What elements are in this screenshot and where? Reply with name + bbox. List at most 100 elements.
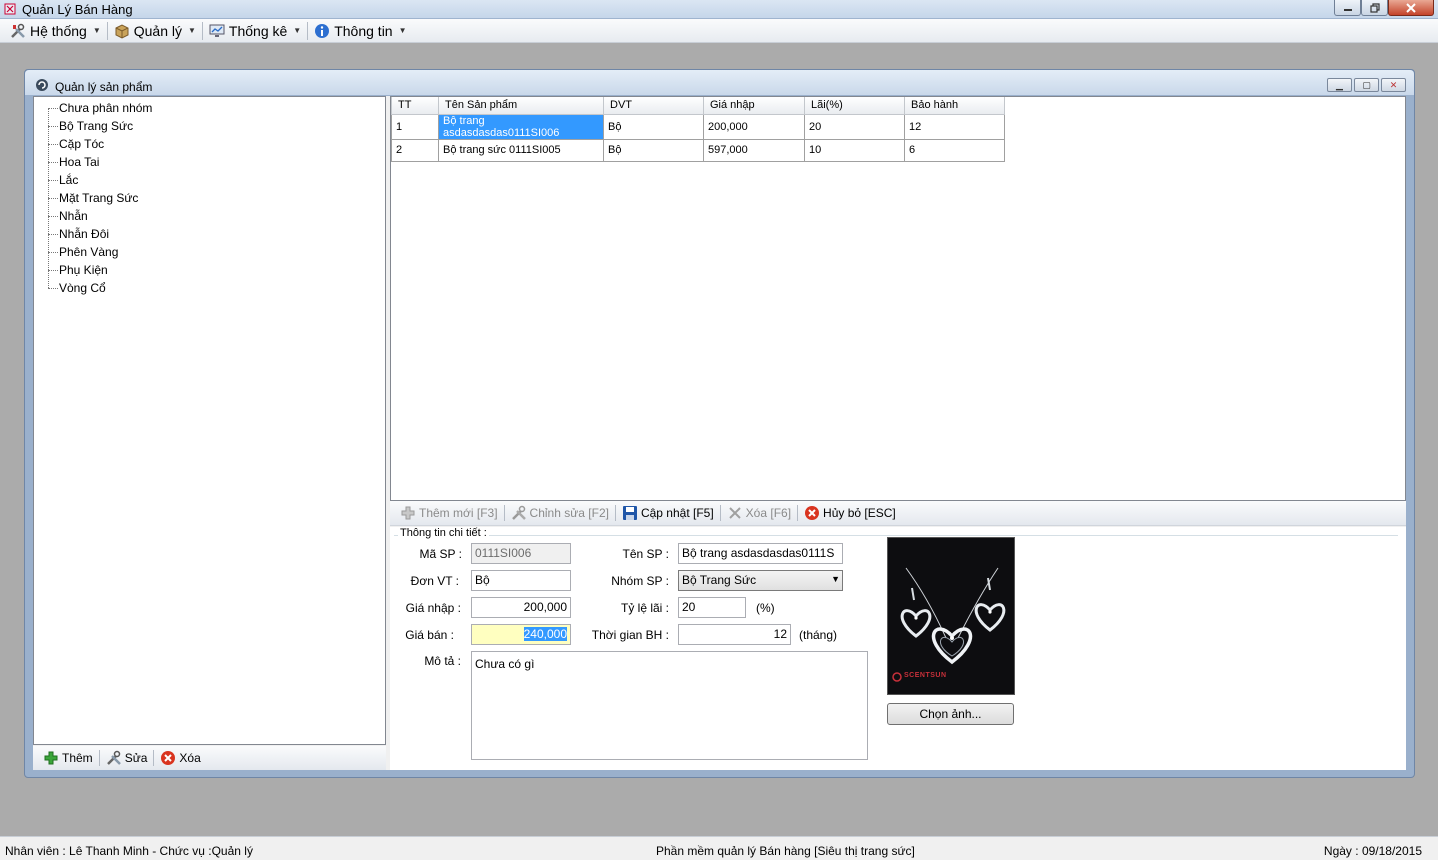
ty-le-lai-field[interactable]: 20: [678, 597, 746, 618]
status-date: Ngày : 09/18/2015: [1323, 844, 1422, 858]
close-button[interactable]: [1388, 0, 1434, 16]
table-cell-selected[interactable]: Bộ trang asdasdasdas0111SI006: [438, 113, 604, 140]
table-cell[interactable]: 10: [804, 138, 905, 162]
toolbar-separator: [153, 750, 155, 766]
tree-item[interactable]: Bộ Trang Sức: [48, 117, 133, 135]
tree-item[interactable]: Lắc: [48, 171, 78, 189]
table-cell[interactable]: Bộ: [603, 138, 704, 162]
photo-brand-text: SCENTSUN: [904, 672, 947, 679]
minimize-icon: [1343, 8, 1352, 11]
menu-quan-ly[interactable]: Quản lý ▼: [110, 20, 200, 42]
delete-button[interactable]: Xóa [F6]: [723, 503, 795, 523]
product-management-window: Quản lý sản phẩm ▁ ▢ ✕ Chưa phân nhóm Bộ…: [24, 69, 1415, 778]
status-app-name: Phần mềm quản lý Bán hàng [Siêu thị tran…: [656, 844, 915, 858]
table-cell[interactable]: Bộ: [603, 113, 704, 140]
detail-toolbar: Thêm mới [F3] Chỉnh sửa [F2] Cập nhật [F…: [390, 501, 1406, 526]
gia-ban-label: Giá bán :: [405, 628, 454, 642]
child-window-title: Quản lý sản phẩm: [55, 80, 153, 94]
table-cell[interactable]: 12: [904, 113, 1005, 140]
choose-photo-button[interactable]: Chọn ảnh...: [887, 703, 1014, 725]
delete-label: Xóa [F6]: [745, 506, 792, 520]
toolbar-separator: [98, 750, 100, 766]
group-title: Thông tin chi tiết :: [398, 527, 489, 539]
product-grid[interactable]: TT Tên Sản phẩm DVT Giá nhập Lãi(%) Bảo …: [390, 96, 1406, 501]
column-header[interactable]: Tên Sản phẩm: [438, 97, 604, 115]
table-row[interactable]: 1 Bộ trang asdasdasdas0111SI006 Bộ 200,0…: [391, 113, 1005, 140]
menu-he-thong[interactable]: Hệ thống ▼: [6, 20, 105, 42]
table-cell[interactable]: 6: [904, 138, 1005, 162]
monitor-chart-icon: [209, 23, 225, 39]
menu-separator: [106, 21, 108, 40]
app-title: Quản Lý Bán Hàng: [22, 2, 133, 17]
tree-add-button[interactable]: Thêm: [39, 748, 97, 768]
tree-item[interactable]: Mặt Trang Sức: [48, 189, 138, 207]
don-vt-label: Đơn VT :: [410, 574, 459, 588]
save-button[interactable]: Cập nhật [F5]: [618, 503, 718, 523]
tree-delete-button[interactable]: Xóa: [156, 748, 204, 768]
thoi-gian-bh-field[interactable]: 12: [678, 624, 791, 645]
child-restore-button[interactable]: ▢: [1354, 78, 1379, 92]
child-minimize-button[interactable]: ▁: [1327, 78, 1352, 92]
ty-le-lai-unit: (%): [756, 601, 775, 615]
tree-item[interactable]: Phên Vàng: [48, 243, 118, 261]
child-close-button[interactable]: ✕: [1381, 78, 1406, 92]
column-header[interactable]: DVT: [603, 97, 704, 115]
ten-sp-field[interactable]: Bộ trang asdasdasdas0111S: [678, 543, 843, 564]
delete-x-icon: [727, 505, 743, 521]
cancel-circle-icon: [804, 505, 820, 521]
tree-item-label: Phên Vàng: [59, 245, 119, 259]
column-header[interactable]: Lãi(%): [804, 97, 905, 115]
gia-nhap-field[interactable]: 200,000: [471, 597, 571, 618]
plus-icon: [43, 750, 59, 766]
table-cell[interactable]: 1: [391, 113, 439, 140]
category-tree[interactable]: Chưa phân nhóm Bộ Trang Sức Cặp Tóc Hoa …: [33, 96, 386, 745]
tree-item[interactable]: Nhẫn Đôi: [48, 225, 109, 243]
tree-add-label: Thêm: [62, 751, 93, 765]
tools-icon: [106, 750, 122, 766]
nhom-sp-select[interactable]: Bộ Trang Sức ▼: [678, 570, 843, 591]
child-titlebar[interactable]: Quản lý sản phẩm ▁ ▢ ✕: [25, 70, 1414, 95]
mo-ta-label: Mô tả :: [424, 654, 461, 668]
table-cell[interactable]: 597,000: [703, 138, 805, 162]
close-icon: ✕: [1389, 79, 1398, 90]
save-label: Cập nhật [F5]: [640, 506, 714, 520]
menu-thong-tin[interactable]: Thông tin ▼: [310, 20, 410, 42]
cancel-button[interactable]: Hủy bỏ [ESC]: [800, 503, 900, 523]
tree-edit-button[interactable]: Sửa: [102, 748, 152, 768]
menu-quan-ly-label: Quản lý: [133, 22, 182, 39]
ten-sp-label: Tên SP :: [622, 547, 669, 561]
product-window-icon: [36, 79, 48, 91]
ma-sp-field[interactable]: 0111SI006: [471, 543, 571, 564]
tree-item-label: Lắc: [59, 173, 79, 187]
table-cell[interactable]: 2: [391, 138, 439, 162]
tree-item-label: Cặp Tóc: [59, 137, 105, 151]
tree-item-label: Mặt Trang Sức: [59, 191, 139, 205]
tree-item[interactable]: Phụ Kiện: [48, 261, 108, 279]
don-vt-field[interactable]: Bộ: [471, 570, 571, 591]
tree-item[interactable]: Cặp Tóc: [48, 135, 104, 153]
edit-label: Chỉnh sửa [F2]: [529, 506, 609, 520]
table-cell[interactable]: Bộ trang sức 0111SI005: [438, 138, 604, 162]
table-row[interactable]: 2 Bộ trang sức 0111SI005 Bộ 597,000 10 6: [391, 138, 1005, 162]
table-cell[interactable]: 20: [804, 113, 905, 140]
table-cell[interactable]: 200,000: [703, 113, 805, 140]
tools-icon: [10, 23, 26, 39]
tree-item[interactable]: Chưa phân nhóm: [48, 99, 152, 117]
mo-ta-textarea[interactable]: Chưa có gì: [471, 651, 868, 760]
gia-ban-field[interactable]: 240,000: [471, 624, 571, 645]
info-icon: [314, 23, 330, 39]
column-header[interactable]: TT: [391, 97, 439, 115]
edit-button[interactable]: Chỉnh sửa [F2]: [507, 503, 613, 523]
tree-item-label: Nhẫn Đôi: [59, 227, 110, 241]
app-titlebar[interactable]: Quản Lý Bán Hàng: [0, 0, 1438, 19]
menu-thong-ke[interactable]: Thống kê ▼: [205, 20, 305, 42]
tree-item[interactable]: Vòng Cổ: [48, 279, 106, 297]
menu-thong-ke-label: Thống kê: [228, 22, 288, 39]
tree-item[interactable]: Nhẫn: [48, 207, 88, 225]
tree-item[interactable]: Hoa Tai: [48, 153, 99, 171]
column-header[interactable]: Bảo hành: [904, 97, 1005, 115]
column-header[interactable]: Giá nhập: [703, 97, 805, 115]
restore-button[interactable]: [1361, 0, 1388, 16]
add-new-button[interactable]: Thêm mới [F3]: [396, 503, 502, 523]
minimize-button[interactable]: [1334, 0, 1361, 16]
